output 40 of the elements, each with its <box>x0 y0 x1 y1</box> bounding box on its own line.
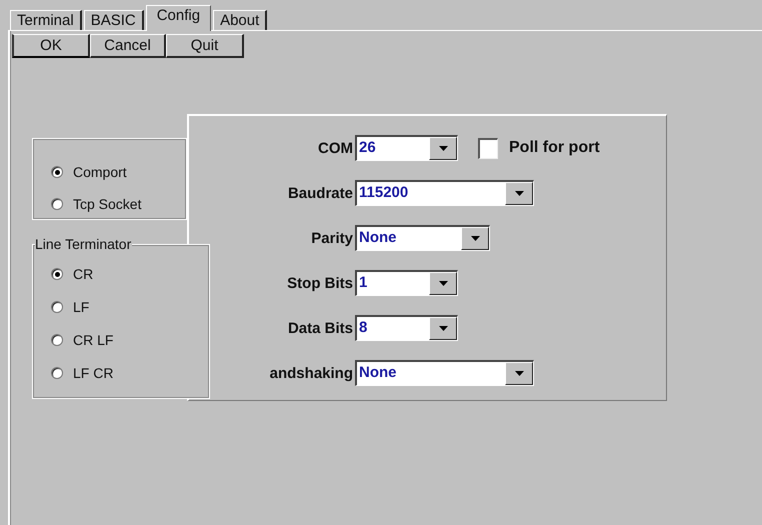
checkbox[interactable] <box>478 138 498 158</box>
field-label: COM <box>317 140 354 156</box>
field-label: Stop Bits <box>286 274 354 292</box>
tab[interactable]: BASIC <box>84 10 144 30</box>
radio-button[interactable] <box>51 366 63 378</box>
dropdown[interactable]: None <box>355 225 490 251</box>
field-label: Data Bits <box>286 320 354 336</box>
radio-label: CR LF <box>73 332 114 348</box>
button[interactable]: Cancel <box>90 34 166 58</box>
radio-button[interactable] <box>51 166 63 178</box>
radio-label: CR <box>73 266 94 282</box>
field-label: Parity <box>310 230 354 246</box>
radio-button[interactable] <box>51 300 63 312</box>
caret-icon <box>438 326 448 331</box>
button[interactable]: Quit <box>166 34 244 58</box>
dropdown[interactable]: 1 <box>355 270 458 296</box>
radio-label: Tcp Socket <box>73 196 142 212</box>
dropdown[interactable]: 8 <box>355 315 458 341</box>
field-label: andshaking <box>268 364 354 382</box>
radio-label: Comport <box>73 164 127 180</box>
radio-button[interactable] <box>51 268 63 280</box>
radio-label: LF <box>73 298 90 314</box>
button[interactable]: OK <box>12 34 90 58</box>
radio-button[interactable] <box>51 334 63 346</box>
group-title: Line Terminator <box>35 236 132 252</box>
checkbox-label: Poll for port <box>509 139 600 157</box>
caret-icon <box>514 191 524 196</box>
tab[interactable]: Terminal <box>10 10 82 30</box>
tab[interactable]: Config <box>146 5 212 31</box>
dropdown[interactable]: None <box>355 360 534 386</box>
tab[interactable]: About <box>213 10 268 30</box>
field-label: Baudrate <box>286 184 354 202</box>
caret-icon <box>438 281 448 286</box>
caret-icon <box>514 371 524 376</box>
caret-icon <box>438 146 448 151</box>
radio-button[interactable] <box>51 198 63 210</box>
dropdown[interactable]: 26 <box>355 135 458 161</box>
caret-icon <box>470 236 480 241</box>
dropdown[interactable]: 115200 <box>355 180 534 206</box>
radio-label: LF CR <box>73 364 114 380</box>
